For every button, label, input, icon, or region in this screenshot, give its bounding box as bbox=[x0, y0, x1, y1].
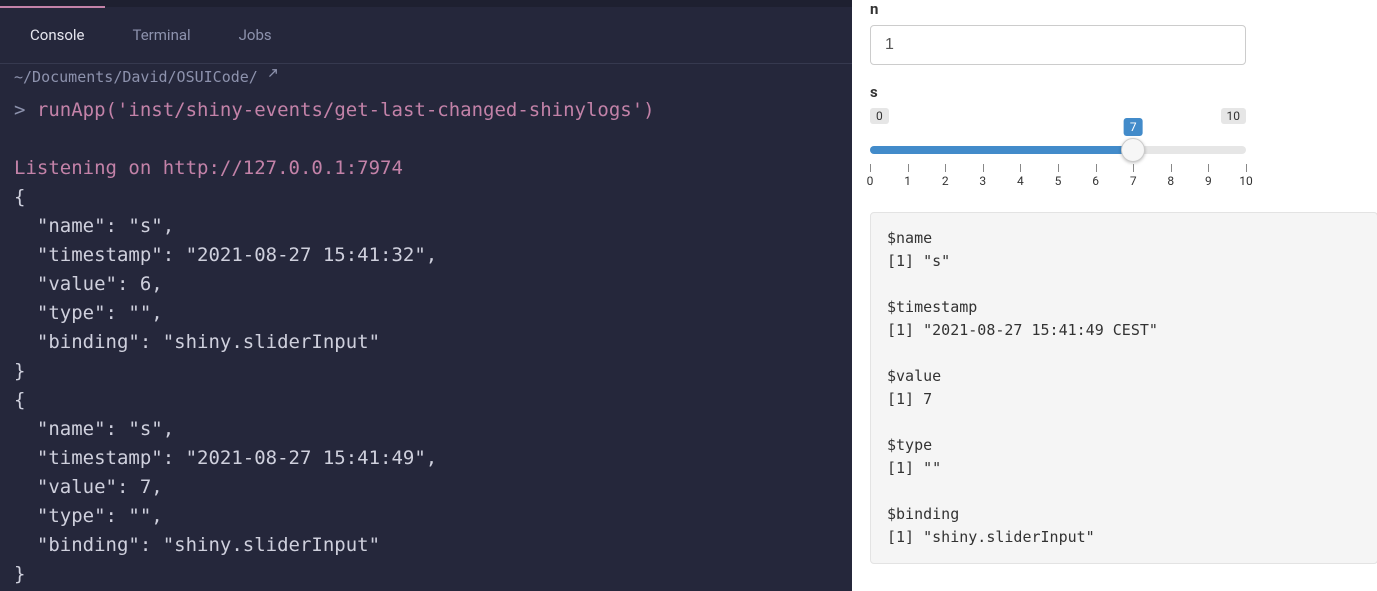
slider-tick bbox=[870, 164, 871, 172]
working-directory-text: ~/Documents/David/OSUICode/ bbox=[14, 68, 258, 86]
slider-tick-label: 5 bbox=[1055, 174, 1062, 188]
slider-min-label: 0 bbox=[870, 108, 889, 124]
slider-tick bbox=[983, 164, 984, 172]
slider-tick bbox=[1058, 164, 1059, 172]
slider-track[interactable]: 7 bbox=[870, 140, 1246, 160]
console-pane: Console Terminal Jobs ~/Documents/David/… bbox=[0, 0, 852, 591]
slider-tick-label: 7 bbox=[1130, 174, 1137, 188]
numeric-input-group: n bbox=[870, 0, 1377, 65]
console-command: runApp('inst/shiny-events/get-last-chang… bbox=[37, 99, 655, 121]
tab-jobs[interactable]: Jobs bbox=[215, 20, 296, 50]
slider-tick bbox=[1208, 164, 1209, 172]
slider-tick-label: 1 bbox=[904, 174, 911, 188]
slider-fill bbox=[870, 146, 1133, 154]
slider-tick bbox=[1171, 164, 1172, 172]
console-output[interactable]: > runApp('inst/shiny-events/get-last-cha… bbox=[0, 94, 852, 591]
share-icon[interactable] bbox=[264, 68, 278, 86]
app-output: $name [1] "s" $timestamp [1] "2021-08-27… bbox=[870, 212, 1377, 564]
slider-tick bbox=[945, 164, 946, 172]
s-label: s bbox=[870, 83, 1246, 101]
n-label: n bbox=[870, 0, 1377, 18]
slider-handle[interactable] bbox=[1121, 138, 1145, 162]
slider-value-badge: 7 bbox=[1124, 118, 1143, 136]
n-input[interactable] bbox=[870, 25, 1246, 65]
tab-terminal[interactable]: Terminal bbox=[109, 20, 215, 50]
slider-tick-label: 2 bbox=[942, 174, 949, 188]
slider-tick bbox=[1020, 164, 1021, 172]
slider-max-label: 10 bbox=[1221, 108, 1247, 124]
slider-tick-label: 4 bbox=[1017, 174, 1024, 188]
slider-group: s 0 10 7 0 1 2 3 4 5 6 7 8 9 10 bbox=[870, 83, 1246, 188]
tab-console[interactable]: Console bbox=[6, 20, 109, 50]
slider-tick-label: 0 bbox=[867, 174, 874, 188]
slider-ticks: 012345678910 bbox=[870, 164, 1246, 188]
slider-tick-label: 9 bbox=[1205, 174, 1212, 188]
pane-top-strip bbox=[0, 0, 852, 7]
prompt-symbol: > bbox=[14, 99, 25, 121]
slider-tick bbox=[1133, 164, 1134, 172]
listening-message: Listening on http://127.0.0.1:7974 bbox=[14, 157, 403, 179]
shiny-app-pane: n s 0 10 7 0 1 2 3 4 5 6 7 8 9 10 $name [1] "s" $t… bbox=[852, 0, 1377, 591]
console-json-output: { "name": "s", "timestamp": "2021-08-27 … bbox=[14, 186, 437, 585]
slider-tick bbox=[908, 164, 909, 172]
slider-tick-label: 10 bbox=[1239, 174, 1253, 188]
slider-range-labels: 0 10 bbox=[870, 108, 1246, 124]
slider-tick-label: 8 bbox=[1167, 174, 1174, 188]
slider-tick-label: 3 bbox=[979, 174, 986, 188]
working-directory-row: ~/Documents/David/OSUICode/ bbox=[0, 64, 852, 94]
slider-tick bbox=[1096, 164, 1097, 172]
slider-tick-label: 6 bbox=[1092, 174, 1099, 188]
slider-tick bbox=[1246, 164, 1247, 172]
console-tabs: Console Terminal Jobs bbox=[0, 7, 852, 64]
